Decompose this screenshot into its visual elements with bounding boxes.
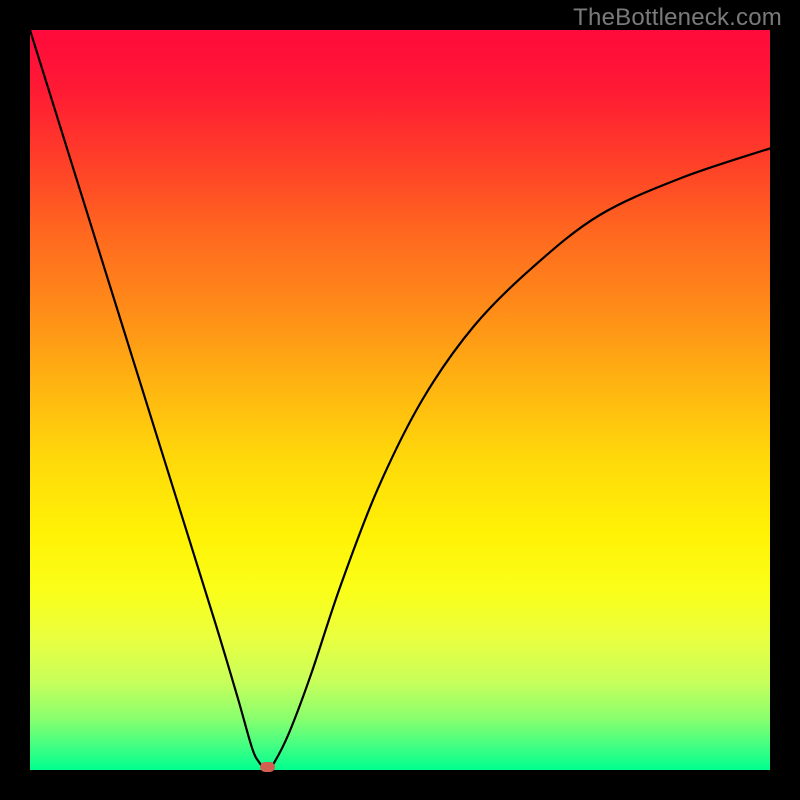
watermark-text: TheBottleneck.com [573,4,782,32]
bottleneck-curve [30,30,770,770]
plot-area [30,30,770,770]
optimum-marker [260,762,275,772]
chart-frame: TheBottleneck.com [0,0,800,800]
